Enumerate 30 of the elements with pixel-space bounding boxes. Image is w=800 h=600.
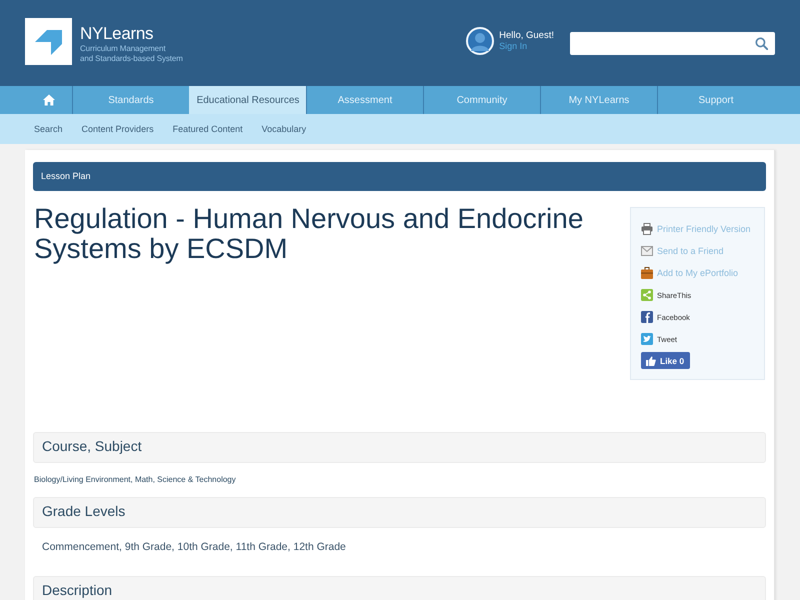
- site-tagline: and Standards-based System: [80, 54, 183, 63]
- section-heading: Grade Levels: [33, 497, 766, 528]
- page-title: Regulation - Human Nervous and Endocrine Systems by ECSDM: [33, 204, 584, 264]
- resource-type-banner: Lesson Plan: [33, 162, 766, 191]
- site-name: NYLearns: [80, 24, 154, 44]
- search-icon[interactable]: [755, 37, 768, 50]
- avatar-icon: [466, 27, 494, 55]
- facebook-icon: [641, 311, 653, 323]
- envelope-icon: [641, 246, 653, 256]
- subnav-link[interactable]: Featured Content: [172, 124, 243, 134]
- logo-icon[interactable]: [25, 18, 72, 65]
- subject-list: Biology/Living Environment, Math, Science & Technology: [34, 475, 766, 485]
- subnav-link[interactable]: Vocabulary: [262, 124, 306, 134]
- site-tagline: Curriculum Management: [80, 44, 166, 54]
- subnav-link[interactable]: Search: [34, 124, 63, 134]
- sign-in-link[interactable]: Sign In: [499, 41, 554, 51]
- search-field[interactable]: [570, 32, 775, 55]
- subnav-link[interactable]: Content Providers: [82, 124, 154, 134]
- briefcase-icon: [641, 267, 653, 279]
- twitter-bird-icon: [641, 333, 653, 345]
- home-icon: [42, 94, 54, 106]
- printer-icon: [641, 223, 653, 235]
- like-button[interactable]: Like 0: [641, 352, 690, 369]
- section-text: Commencement, 9th Grade, 10th Grade, 11th Grade, 12th Grade: [42, 540, 347, 554]
- section-heading: Course, Subject: [33, 432, 766, 463]
- thumbs-up-icon: [646, 356, 656, 366]
- nav-tab[interactable]: Educational Resources: [189, 86, 306, 114]
- share-icon: [641, 289, 653, 301]
- greeting-text: Hello, Guest!: [499, 30, 554, 41]
- section-heading: Description: [33, 576, 766, 600]
